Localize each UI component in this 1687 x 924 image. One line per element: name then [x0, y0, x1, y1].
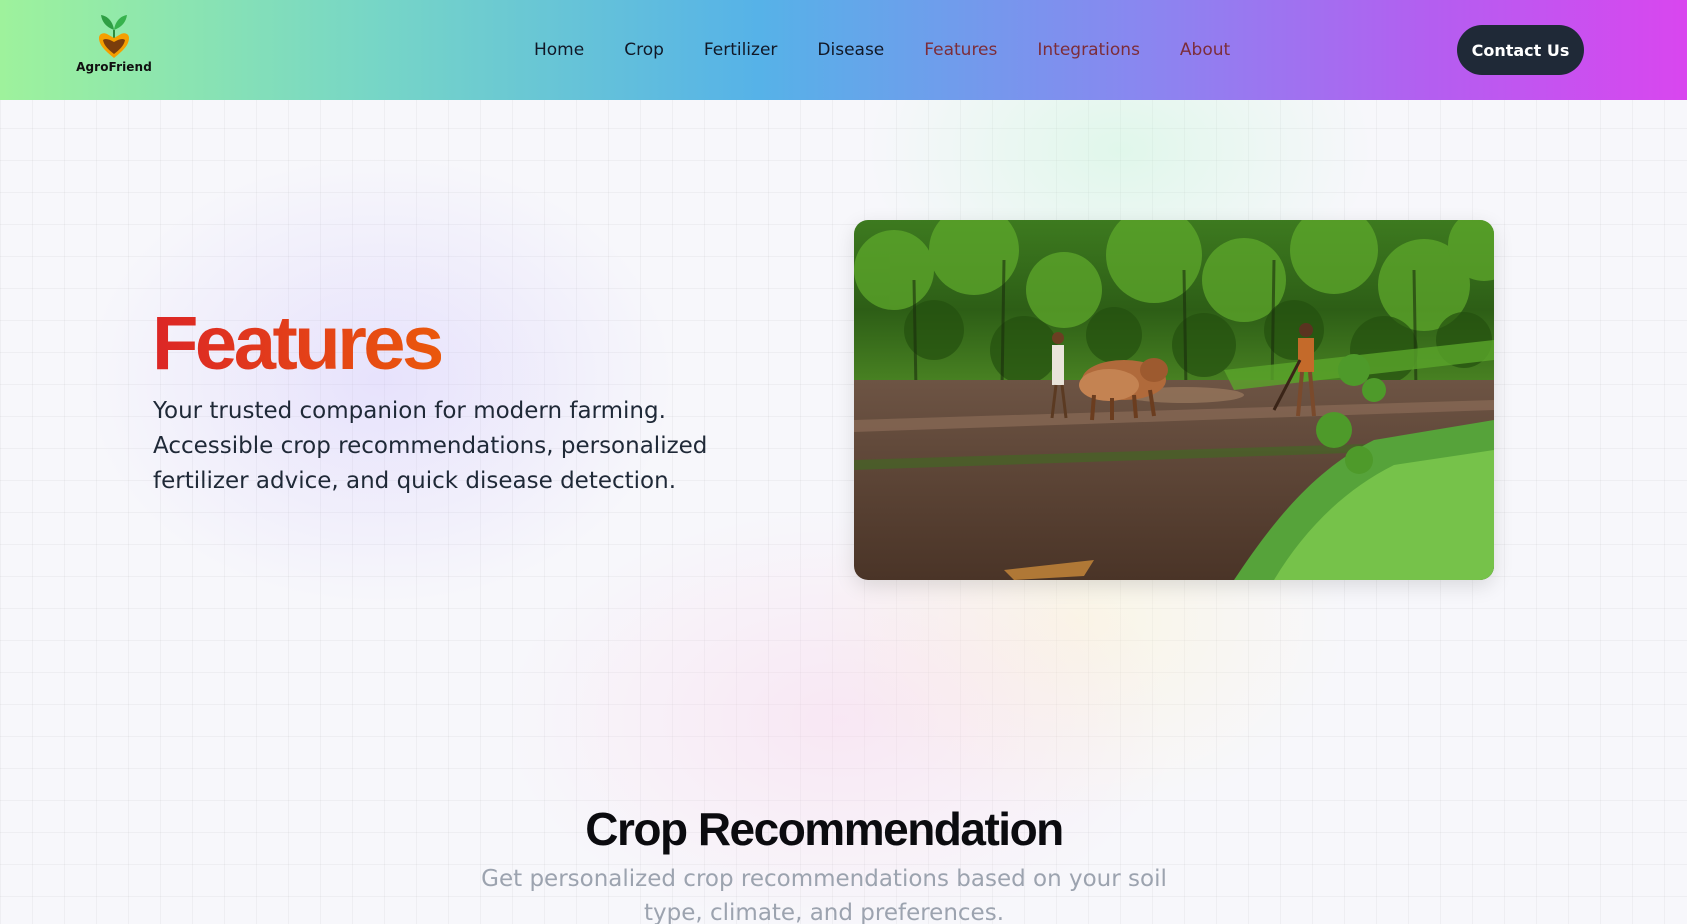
nav-features[interactable]: Features	[924, 38, 997, 62]
section-title: Crop Recommendation	[585, 803, 1064, 855]
logo-text: AgroFriend	[76, 60, 152, 74]
main-nav: Home Crop Fertilizer Disease Features In…	[534, 38, 1270, 62]
sprout-heart-icon	[99, 15, 129, 58]
nav-home[interactable]: Home	[534, 38, 584, 62]
nav-integrations[interactable]: Integrations	[1037, 38, 1140, 62]
nav-crop[interactable]: Crop	[624, 38, 664, 62]
nav-about[interactable]: About	[1180, 38, 1230, 62]
contact-us-button[interactable]: Contact Us	[1457, 25, 1584, 75]
hero-title: Features	[152, 301, 444, 386]
nav-fertilizer[interactable]: Fertilizer	[704, 38, 778, 62]
section-description: Get personalized crop recommendations ba…	[481, 866, 1167, 924]
nav-disease[interactable]: Disease	[817, 38, 884, 62]
farm-field-illustration	[854, 220, 1494, 580]
navbar: AgroFriend Home Crop Fertilizer Disease …	[0, 0, 1687, 100]
logo[interactable]: AgroFriend	[76, 10, 152, 78]
hero-farming-image	[854, 220, 1494, 580]
hero-description: Your trusted companion for modern farmin…	[153, 398, 708, 494]
page: AgroFriend Home Crop Fertilizer Disease …	[0, 0, 1687, 924]
